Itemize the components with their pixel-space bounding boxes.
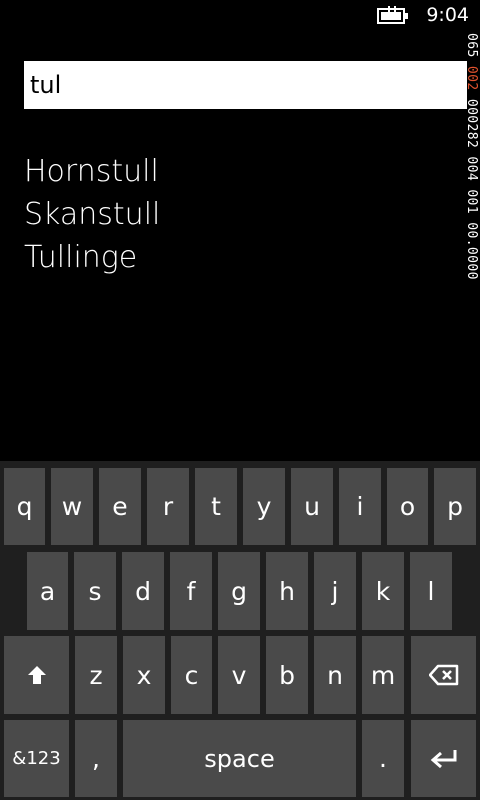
- key-v[interactable]: v: [218, 636, 260, 714]
- key-g[interactable]: g: [218, 552, 260, 630]
- result-item-hornstull[interactable]: Hornstull: [24, 150, 160, 193]
- key-s[interactable]: s: [74, 552, 116, 630]
- key-t[interactable]: t: [195, 468, 237, 545]
- on-screen-keyboard: q w e r t y u i o p a s d f g h j k l z …: [0, 461, 480, 800]
- key-e[interactable]: e: [99, 468, 141, 545]
- key-q[interactable]: q: [4, 468, 45, 545]
- key-d[interactable]: d: [122, 552, 164, 630]
- key-i[interactable]: i: [339, 468, 381, 545]
- battery-charging-icon: [377, 6, 408, 24]
- backspace-icon: [428, 664, 458, 686]
- result-item-tullinge[interactable]: Tullinge: [24, 236, 160, 279]
- key-h[interactable]: h: [266, 552, 308, 630]
- space-key[interactable]: space: [123, 720, 356, 797]
- debug-counter-segment-3: 000282 004 001 00.0000: [464, 90, 479, 280]
- key-a[interactable]: a: [27, 552, 68, 630]
- key-b[interactable]: b: [266, 636, 308, 714]
- key-y[interactable]: y: [243, 468, 285, 545]
- key-m[interactable]: m: [362, 636, 404, 714]
- period-key[interactable]: .: [362, 720, 404, 797]
- key-p[interactable]: p: [434, 468, 476, 545]
- symbols-key[interactable]: &123: [4, 720, 69, 797]
- backspace-key[interactable]: [411, 636, 476, 714]
- key-k[interactable]: k: [362, 552, 404, 630]
- key-c[interactable]: c: [171, 636, 212, 714]
- key-j[interactable]: j: [314, 552, 356, 630]
- result-item-skanstull[interactable]: Skanstull: [24, 193, 160, 236]
- debug-frame-counter: 065 002 000282 004 001 00.0000: [463, 33, 480, 395]
- debug-counter-segment-2: 002: [464, 65, 479, 91]
- status-bar: 9:04: [0, 0, 480, 32]
- debug-counter-segment-1: 065: [464, 33, 479, 66]
- key-f[interactable]: f: [170, 552, 212, 630]
- comma-key[interactable]: ,: [75, 720, 117, 797]
- key-n[interactable]: n: [314, 636, 356, 714]
- key-w[interactable]: w: [51, 468, 93, 545]
- search-input[interactable]: tul: [24, 61, 467, 109]
- status-clock: 9:04: [426, 4, 469, 26]
- key-z[interactable]: z: [75, 636, 117, 714]
- key-l[interactable]: l: [410, 552, 452, 630]
- shift-arrow-icon: [27, 666, 46, 684]
- shift-key[interactable]: [4, 636, 69, 714]
- enter-icon: [430, 749, 456, 768]
- results-list: Hornstull Skanstull Tullinge: [24, 150, 160, 279]
- key-o[interactable]: o: [387, 468, 428, 545]
- key-x[interactable]: x: [123, 636, 165, 714]
- key-u[interactable]: u: [291, 468, 333, 545]
- enter-key[interactable]: [411, 720, 476, 797]
- key-r[interactable]: r: [147, 468, 189, 545]
